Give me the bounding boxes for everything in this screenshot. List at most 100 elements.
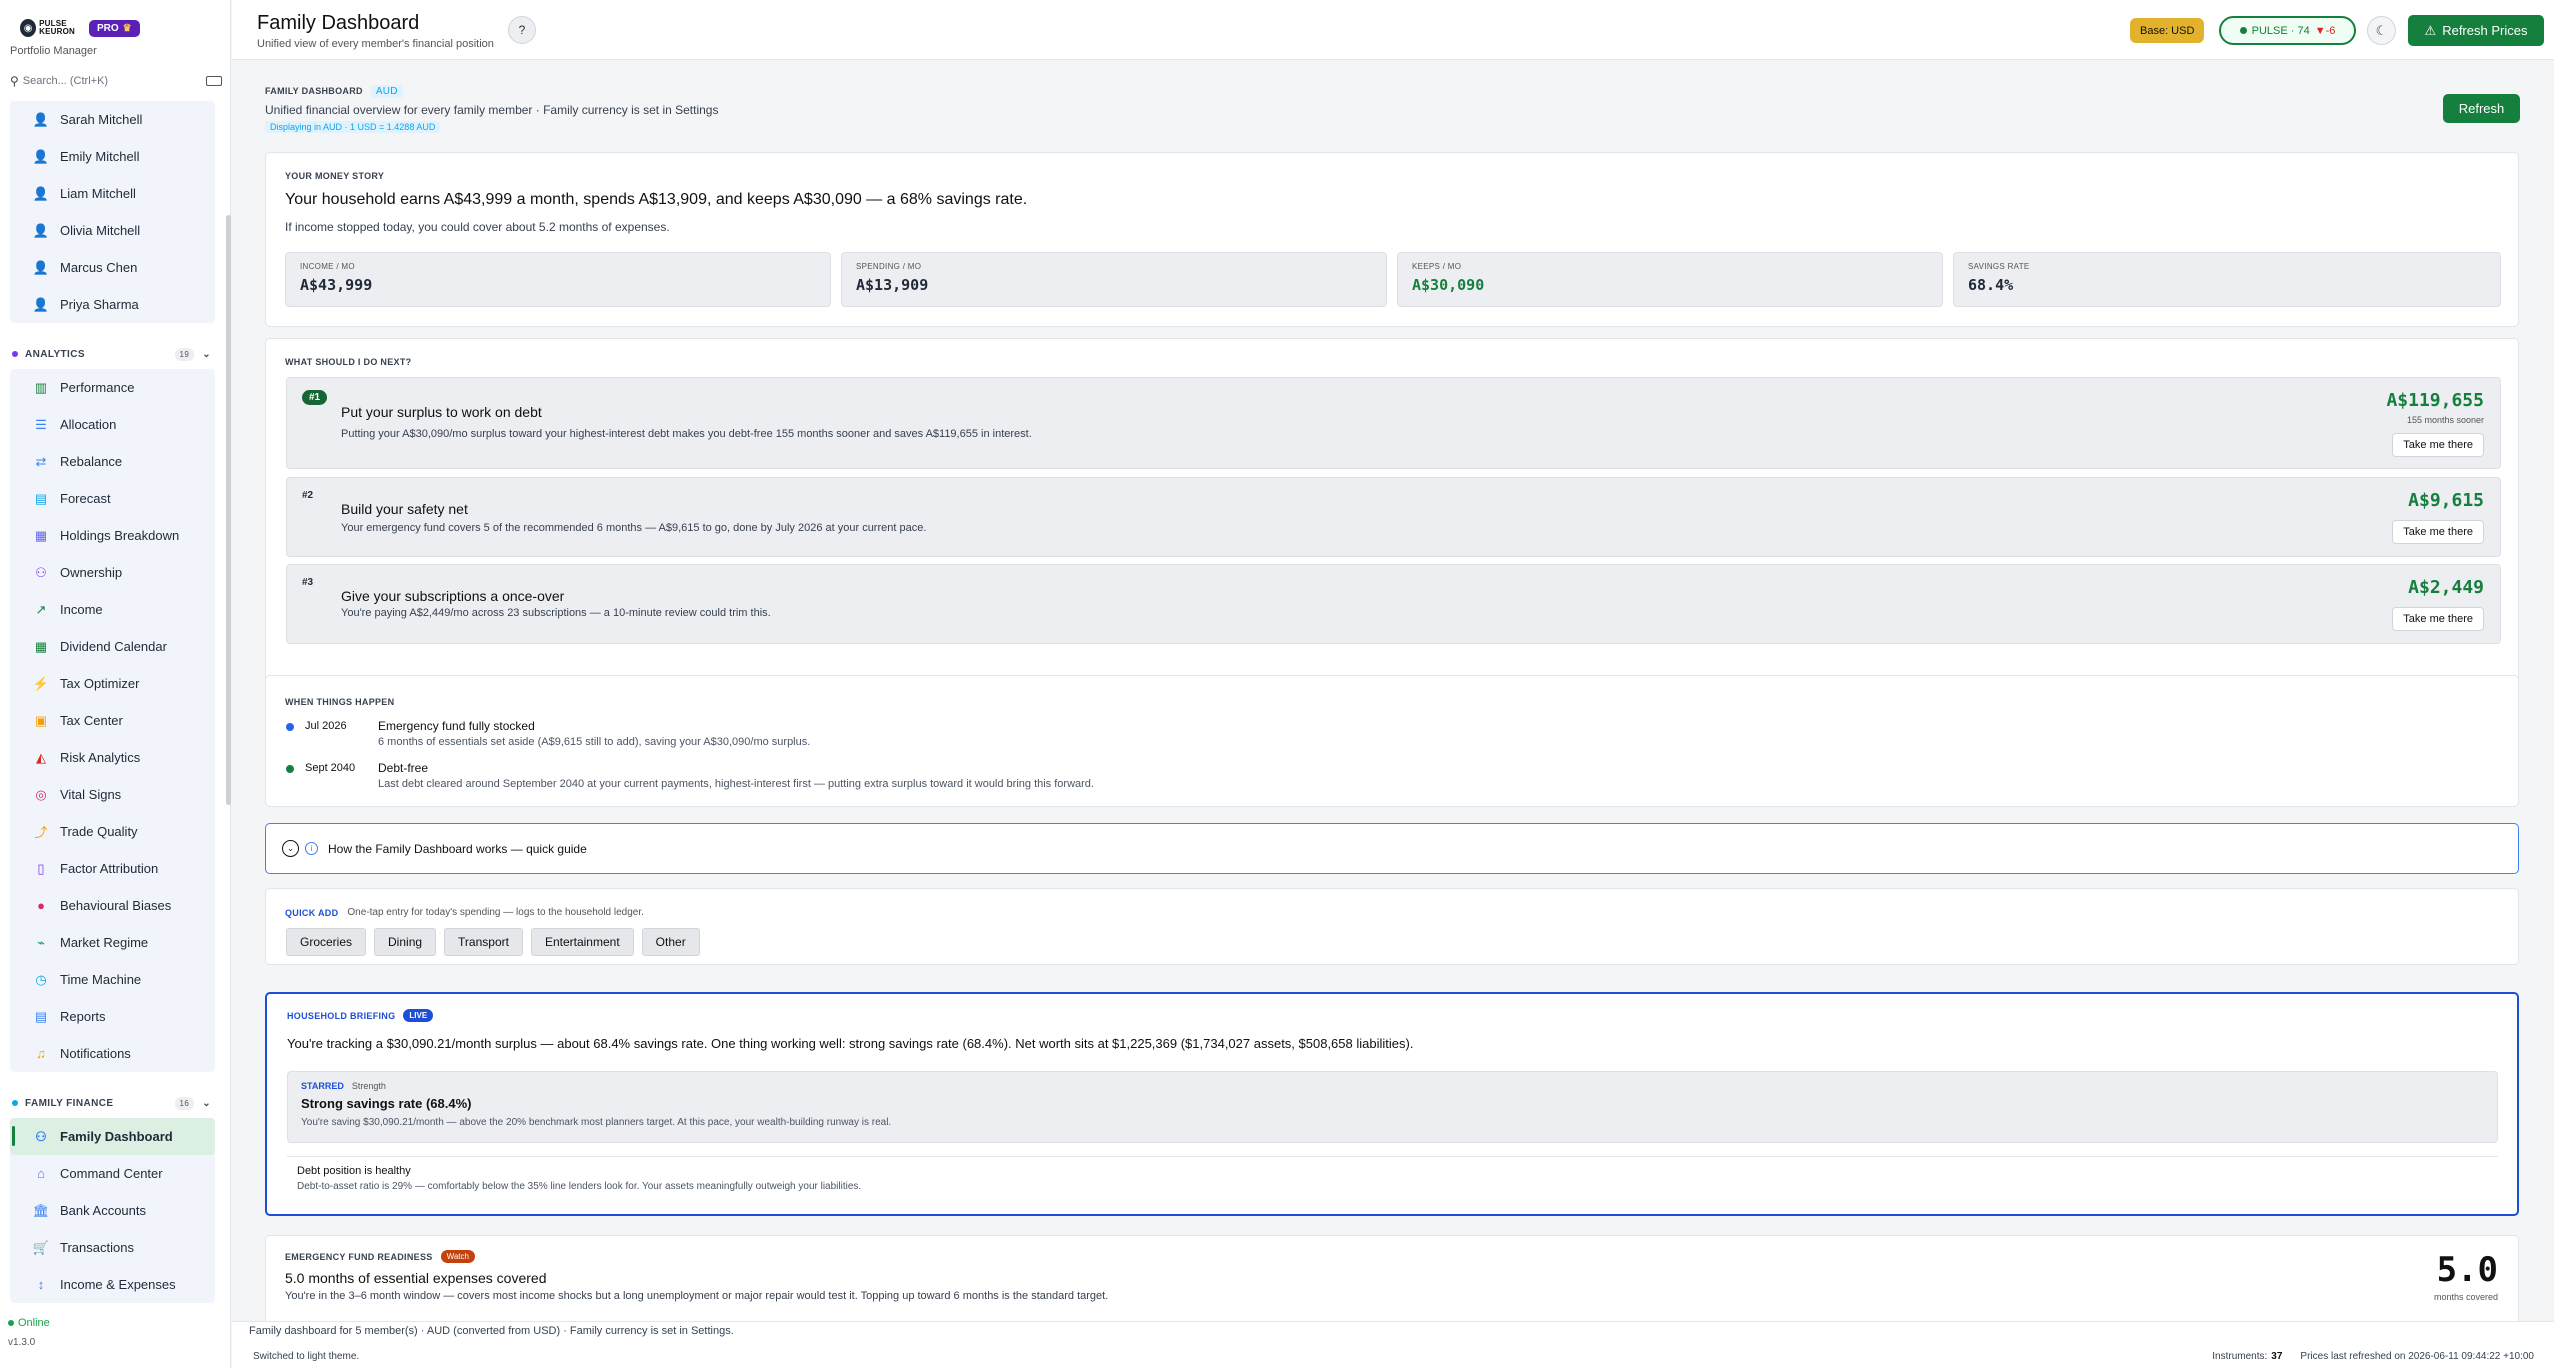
pulse-score-button[interactable]: PULSE · 74 ▼-6 [2219,16,2356,45]
member-liam-mitchell[interactable]: 👤 Liam Mitchell [10,175,215,212]
sidebar-item-income-expenses[interactable]: ↕ Income & Expenses [10,1266,215,1303]
sidebar-item-reports[interactable]: ▤ Reports [10,998,215,1035]
main-content: FAMILY DASHBOARD AUD Unified financial ov… [232,61,2554,1321]
rec-amount: A$9,615 [2408,490,2484,511]
emergency-months-label: months covered [2433,1292,2498,1302]
money-story-headline: Your household earns A$43,999 a month, s… [285,191,1028,208]
sidebar-item-income[interactable]: ↗ Income [10,591,215,628]
vital-signs-icon: ◎ [35,786,47,802]
chevron-down-icon[interactable]: ⌄ [202,349,211,360]
stat-value: 68.4% [1968,276,2014,294]
connection-status: Online [8,1317,50,1329]
user-icon: 👤 [32,111,50,127]
sidebar: ◉ PULSE KEURON PRO ♛ Portfolio Manager ⚲ S… [0,0,231,1368]
quick-guide-text: How the Family Dashboard works — quick g… [328,841,587,856]
take-me-there-button[interactable]: Take me there [2392,520,2484,544]
quick-add-dining-button[interactable]: Dining [374,928,437,956]
sidebar-item-transactions[interactable]: 🛒 Transactions [10,1229,215,1266]
sidebar-item-holdings-breakdown[interactable]: ▦ Holdings Breakdown [10,517,215,554]
sidebar-item-label: Performance [60,380,135,395]
footer-message: Switched to light theme. [253,1351,360,1362]
live-badge: LIVE [403,1009,434,1022]
page-subtitle: Unified view of every member's financial… [257,38,494,50]
sidebar-item-family-dashboard[interactable]: ⚇ Family Dashboard [10,1118,215,1155]
page-title: Family Dashboard [257,12,420,34]
stat-label: SPENDING / MO [856,262,922,271]
refresh-prices-button[interactable]: ⚠ Refresh Prices [2408,15,2544,46]
sidebar-item-performance[interactable]: ▥ Performance [10,369,215,406]
sidebar-item-forecast[interactable]: ▤ Forecast [10,480,215,517]
section-count: 16 [174,1096,195,1110]
briefing-text: You're tracking a $30,090.21/month surpl… [287,1036,1414,1051]
stat-value: A$13,909 [856,276,929,294]
section-family-finance[interactable]: FAMILY FINANCE 16 ⌄ [10,1088,215,1118]
sidebar-item-notifications[interactable]: ♫ Notifications [10,1035,215,1072]
sidebar-scrollbar[interactable] [226,215,231,805]
rec-rank: #1 [302,390,328,405]
member-name: Marcus Chen [60,260,138,275]
sidebar-item-label: Trade Quality [60,824,138,839]
allocation-icon: ☰ [35,416,47,432]
stat-savings-rate: SAVINGS RATE 68.4% [1953,252,2501,307]
logo-mark-icon: ◉ [20,19,37,37]
warning-icon: ⚠ [2424,22,2437,38]
sidebar-item-rebalance[interactable]: ⇄ Rebalance [10,443,215,480]
stat-keeps: KEEPS / MO A$30,090 [1397,252,1943,307]
sidebar-item-vital-signs[interactable]: ◎ Vital Signs [10,776,215,813]
member-priya-sharma[interactable]: 👤 Priya Sharma [10,286,215,323]
base-currency-badge[interactable]: Base: USD [2130,18,2205,43]
rebalance-icon: ⇄ [35,453,47,469]
rec-desc: You're paying A$2,449/mo across 23 subsc… [341,607,771,619]
sidebar-item-market-regime[interactable]: ⌁ Market Regime [10,924,215,961]
sidebar-item-label: Allocation [60,417,117,432]
refresh-button[interactable]: Refresh [2443,94,2520,123]
sidebar-item-ownership[interactable]: ⚇ Ownership [10,554,215,591]
sidebar-item-allocation[interactable]: ☰ Allocation [10,406,215,443]
search-input[interactable]: ⚲ Search... (Ctrl+K) [10,74,222,88]
calendar-icon: ▦ [34,638,48,654]
quick-add-other-button[interactable]: Other [641,928,700,956]
quick-guide-toggle[interactable]: ⌄ i How the Family Dashboard works — qui… [265,823,2519,874]
member-olivia-mitchell[interactable]: 👤 Olivia Mitchell [10,212,215,249]
rec-rank: #2 [302,490,314,501]
member-emily-mitchell[interactable]: 👤 Emily Mitchell [10,138,215,175]
member-sarah-mitchell[interactable]: 👤 Sarah Mitchell [10,101,215,138]
timeline-card: WHEN THINGS HAPPEN Jul 2026 Emergency fu… [265,675,2519,807]
user-icon: 👤 [32,296,50,312]
quick-add-entertainment-button[interactable]: Entertainment [530,928,634,956]
sidebar-item-time-machine[interactable]: ◷ Time Machine [10,961,215,998]
logo[interactable]: ◉ PULSE KEURON [20,16,75,40]
recommendation-1: #1 Put your surplus to work on debt Putt… [286,377,2501,469]
quick-add-card: QUICK ADD One-tap entry for today's spen… [265,888,2519,965]
chevron-down-icon[interactable]: ⌄ [202,1098,211,1109]
theme-toggle-button[interactable]: ☾ [2367,16,2396,45]
sidebar-item-tax-center[interactable]: ▣ Tax Center [10,702,215,739]
tax-optimizer-icon: ⚡ [32,675,50,691]
emergency-months-value: 5.0 [2436,1250,2498,1290]
timeline-dot [286,723,294,731]
take-me-there-button[interactable]: Take me there [2392,433,2484,457]
rec-desc: Your emergency fund covers 5 of the reco… [341,522,927,534]
sidebar-item-dividend-calendar[interactable]: ▦ Dividend Calendar [10,628,215,665]
info-icon: i [305,842,318,855]
quick-add-groceries-button[interactable]: Groceries [286,928,367,956]
member-name: Olivia Mitchell [60,223,141,238]
member-marcus-chen[interactable]: 👤 Marcus Chen [10,249,215,286]
pro-badge: PRO ♛ [89,19,140,37]
sidebar-item-risk-analytics[interactable]: ◭ Risk Analytics [10,739,215,776]
intro-label: FAMILY DASHBOARD AUD [265,85,403,98]
sidebar-item-trade-quality[interactable]: ⤴ Trade Quality [10,813,215,850]
help-button[interactable]: ? [508,16,536,44]
sidebar-item-command-center[interactable]: ⌂ Command Center [10,1155,215,1192]
sidebar-item-bank-accounts[interactable]: 🏛 Bank Accounts [10,1192,215,1229]
sidebar-item-behavioural-biases[interactable]: ● Behavioural Biases [10,887,215,924]
sidebar-item-tax-optimizer[interactable]: ⚡ Tax Optimizer [10,665,215,702]
money-story-sub: If income stopped today, you could cover… [285,220,670,234]
section-analytics[interactable]: ANALYTICS 19 ⌄ [10,339,215,369]
stat-label: SAVINGS RATE [1968,262,2030,271]
next-steps-label: WHAT SHOULD I DO NEXT? [285,357,412,367]
take-me-there-button[interactable]: Take me there [2392,607,2484,631]
rec-rank: #3 [302,577,314,588]
quick-add-transport-button[interactable]: Transport [444,928,523,956]
sidebar-item-factor-attribution[interactable]: ▯ Factor Attribution [10,850,215,887]
